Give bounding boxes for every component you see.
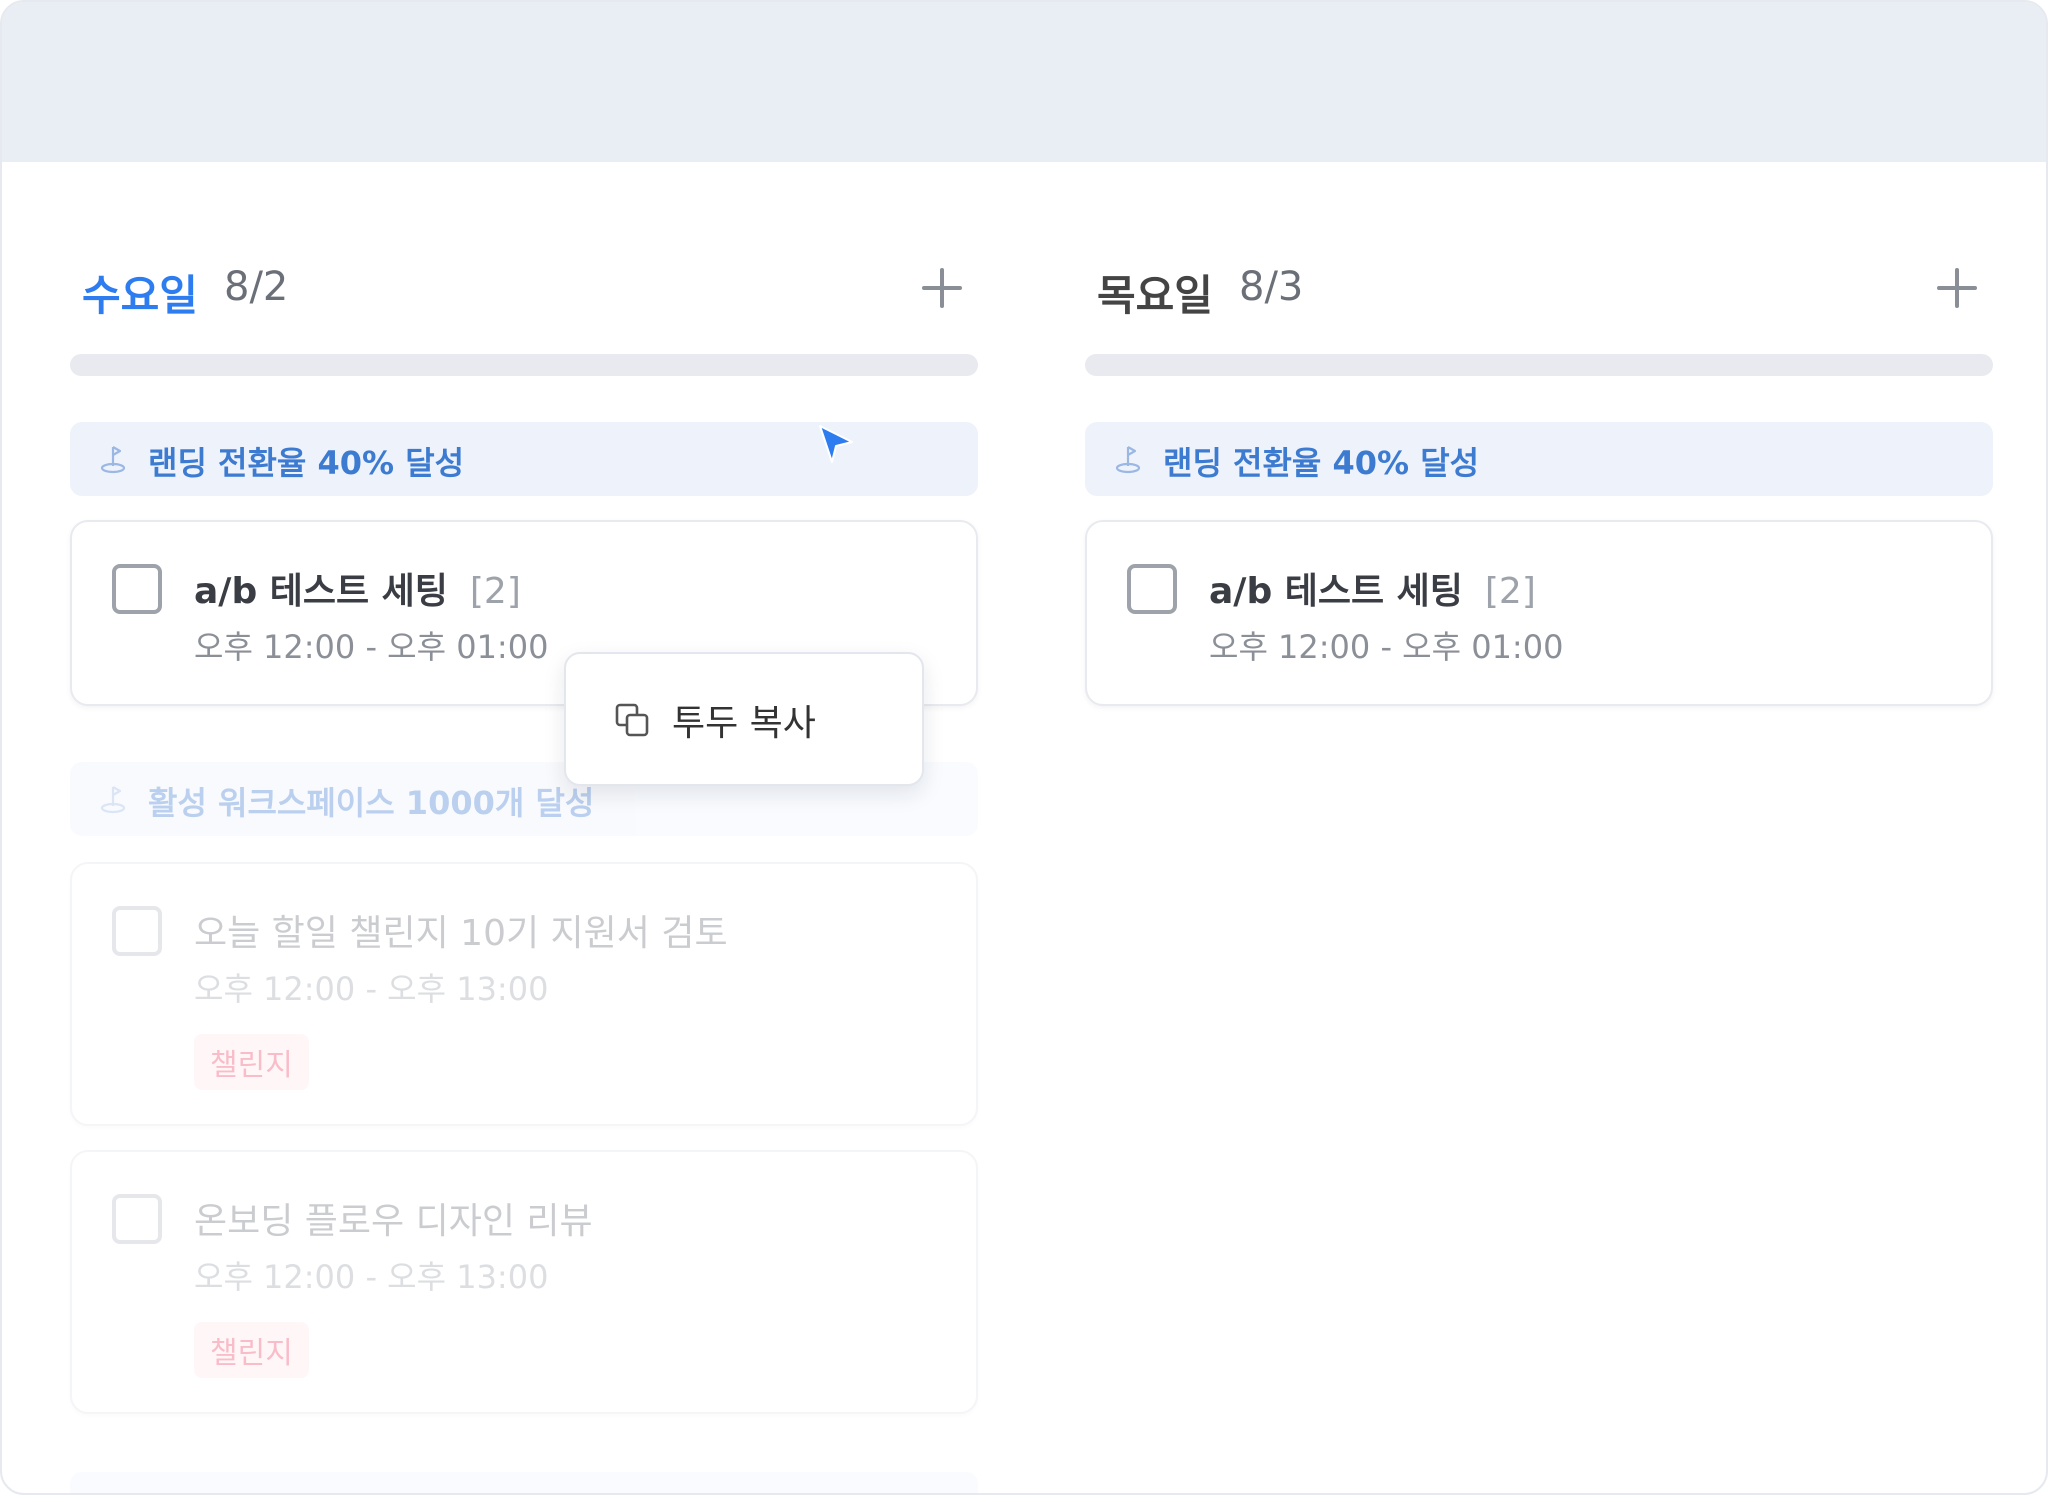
goal-label: 랜딩 전환율 40% 달성	[1163, 444, 1480, 482]
task-title: a/b 테스트 세팅 [2]	[194, 571, 521, 612]
task-tag: 챌린지	[194, 1034, 309, 1090]
task-checkbox[interactable]	[112, 906, 162, 956]
progress-bar	[70, 354, 978, 376]
day-header: 수요일 8/2	[82, 262, 980, 332]
task-time: 오후 12:00 - 오후 13:00	[194, 970, 549, 1008]
menu-item-copy-todo[interactable]: 투두 복사	[566, 654, 922, 784]
day-column-wednesday: 수요일 8/2 랜딩 전환율 40% 달성 a/b 테스트 세팅 [2] 오후 1…	[70, 162, 980, 1493]
goal-label: 랜딩 전환율 40% 달성	[148, 444, 465, 482]
add-task-button[interactable]	[914, 260, 970, 316]
goal-label: 활성 워크스페이스 1000개 달성	[148, 784, 595, 822]
task-time: 오후 12:00 - 오후 01:00	[1209, 628, 1564, 666]
subtask-count: [2]	[1484, 571, 1536, 612]
task-checkbox[interactable]	[112, 1194, 162, 1244]
day-label: 목요일	[1097, 271, 1213, 320]
date-label: 8/3	[1239, 264, 1304, 310]
flag-icon	[1115, 446, 1141, 474]
copy-icon	[615, 703, 649, 737]
flag-icon	[100, 786, 126, 814]
progress-bar	[1085, 354, 1993, 376]
task-checkbox[interactable]	[1127, 564, 1177, 614]
task-card[interactable]: 오늘 할일 챌린지 10기 지원서 검토 오후 12:00 - 오후 13:00…	[70, 862, 978, 1126]
date-label: 8/2	[224, 264, 289, 310]
day-header: 목요일 8/3	[1097, 262, 1995, 332]
task-tag: 챌린지	[194, 1322, 309, 1378]
task-title: a/b 테스트 세팅 [2]	[1209, 571, 1536, 612]
subtask-count: [2]	[469, 571, 521, 612]
day-column-thursday: 목요일 8/3 랜딩 전환율 40% 달성 a/b 테스트 세팅 [2] 오후 1…	[1085, 162, 1995, 1493]
day-label: 수요일	[82, 271, 198, 320]
task-time: 오후 12:00 - 오후 13:00	[194, 1258, 549, 1296]
task-title: 온보딩 플로우 디자인 리뷰	[194, 1201, 593, 1242]
menu-item-label: 투두 복사	[672, 703, 816, 744]
mouse-pointer-icon	[819, 425, 853, 463]
task-checkbox[interactable]	[112, 564, 162, 614]
goal-banner[interactable]: 랜딩 전환율 40% 달성	[1085, 422, 1993, 496]
task-title: 오늘 할일 챌린지 10기 지원서 검토	[194, 913, 728, 954]
top-header-band	[2, 2, 2046, 162]
task-card[interactable]: a/b 테스트 세팅 [2] 오후 12:00 - 오후 01:00	[1085, 520, 1993, 706]
add-task-button[interactable]	[1929, 260, 1985, 316]
flag-icon	[100, 446, 126, 474]
goal-banner-partial	[70, 1472, 978, 1493]
app-frame: 수요일 8/2 랜딩 전환율 40% 달성 a/b 테스트 세팅 [2] 오후 1…	[0, 0, 2048, 1495]
task-card[interactable]: 온보딩 플로우 디자인 리뷰 오후 12:00 - 오후 13:00 챌린지	[70, 1150, 978, 1414]
context-menu: 투두 복사	[564, 652, 924, 786]
task-time: 오후 12:00 - 오후 01:00	[194, 628, 549, 666]
